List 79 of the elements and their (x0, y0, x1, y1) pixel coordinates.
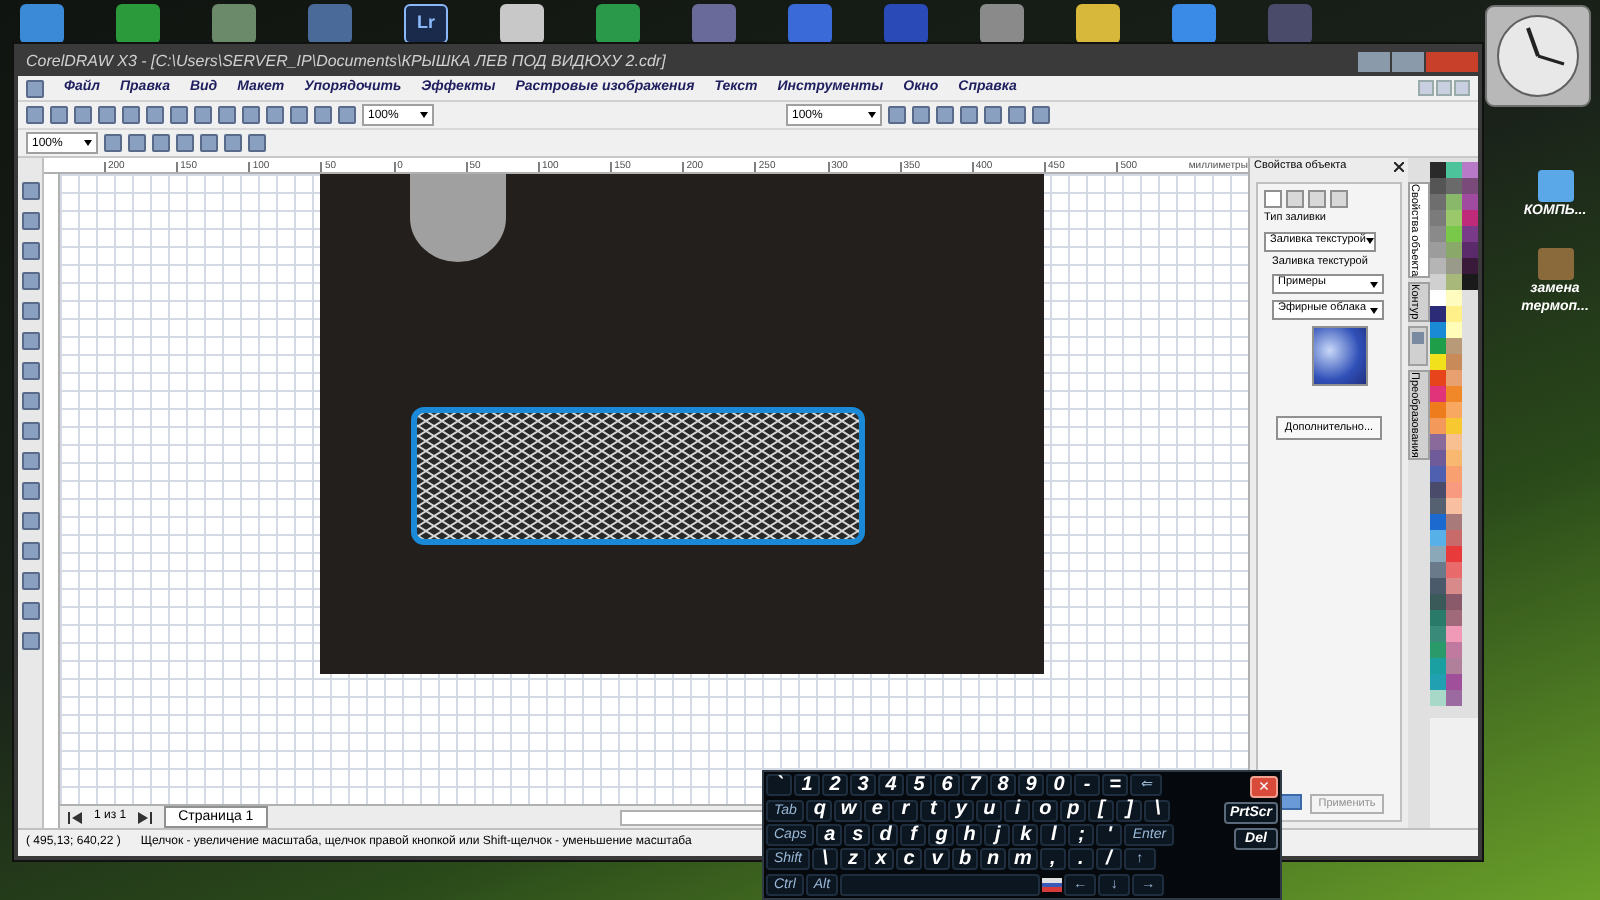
keyboard-key[interactable]: m (1008, 848, 1038, 871)
keyboard-key[interactable]: h (956, 824, 983, 847)
keyboard-key[interactable]: 3 (850, 774, 876, 797)
caret-icon (868, 112, 876, 118)
tab-icon (1412, 332, 1424, 345)
keyboard-key[interactable]: = (1102, 774, 1128, 797)
keyboard-key[interactable]: y (948, 799, 975, 822)
app-icon[interactable] (500, 4, 544, 44)
document-icon[interactable] (26, 79, 44, 97)
close-button[interactable]: × (1250, 775, 1278, 797)
keyboard-key[interactable]: q (806, 799, 833, 822)
keyboard-key[interactable]: x (868, 848, 895, 871)
keyboard-key[interactable]: , (1039, 848, 1066, 871)
keyboard-key[interactable]: n (980, 848, 1007, 871)
app-icon[interactable] (20, 4, 64, 44)
keyboard-key[interactable]: i (1004, 799, 1031, 822)
clock-icon (1484, 4, 1592, 108)
app-icon[interactable] (596, 4, 640, 44)
app-icon[interactable] (1172, 4, 1216, 44)
keyboard-key[interactable]: s (844, 824, 871, 847)
restore-icon[interactable] (1436, 80, 1452, 96)
app-icon[interactable]: Lr (404, 4, 448, 44)
texture-preview[interactable] (1312, 326, 1368, 386)
keyboard-key[interactable]: 1 (794, 774, 820, 797)
color-palette-drawing[interactable] (1430, 158, 1478, 718)
app-icon[interactable] (1076, 4, 1120, 44)
flag-icon[interactable] (1042, 877, 1063, 892)
keyboard-key[interactable]: b (952, 848, 979, 871)
keyboard-key[interactable]: l (1040, 824, 1067, 847)
app-icon[interactable] (212, 4, 256, 44)
keyboard-key[interactable]: k (1012, 824, 1039, 847)
keyboard-key[interactable]: [ (1088, 799, 1115, 822)
keyboard-key[interactable]: g (928, 824, 955, 847)
keyboard-key[interactable]: / (1095, 848, 1122, 871)
keyboard-key[interactable]: 4 (878, 774, 904, 797)
keyboard-key[interactable]: 6 (934, 774, 960, 797)
keyboard-key[interactable]: t (920, 799, 947, 822)
keyboard-key[interactable]: . (1067, 848, 1094, 871)
keyboard-key[interactable]: e (864, 799, 891, 822)
app-icon[interactable] (116, 4, 160, 44)
keyboard-key[interactable]: 2 (822, 774, 848, 797)
caret-icon (1365, 238, 1374, 244)
docker-tab[interactable] (1408, 326, 1428, 367)
keyboard-key[interactable]: ' (1096, 824, 1123, 847)
keyboard-key[interactable]: \ (1144, 799, 1171, 822)
keyboard-key[interactable]: \ (812, 848, 839, 871)
keyboard-key[interactable]: 7 (962, 774, 988, 797)
close-icon[interactable] (1394, 162, 1404, 172)
keyboard-key[interactable]: d (872, 824, 899, 847)
app-icon[interactable] (980, 4, 1024, 44)
keyboard-key[interactable]: 9 (1018, 774, 1044, 797)
keyboard-key[interactable]: v (924, 848, 951, 871)
window-title: CorelDRAW X3 - [C:\Users\SERVER_IP\Documents\КРЫШКА ЛЕВ ПОД ВИДЮХУ 2.cdr] (24, 50, 666, 74)
caret-icon (84, 140, 92, 146)
keyboard-key[interactable]: z (840, 848, 867, 871)
keyboard-key[interactable]: p (1060, 799, 1087, 822)
keyboard-key[interactable]: ] (1116, 799, 1143, 822)
caret-icon (1370, 307, 1378, 313)
last-page-icon[interactable] (138, 811, 153, 823)
keyboard-key[interactable]: ` (766, 774, 792, 797)
keyboard-key[interactable]: j (984, 824, 1011, 847)
keyboard-key[interactable]: c (896, 848, 923, 871)
keyboard-key[interactable]: ; (1068, 824, 1095, 847)
shortcut-icon[interactable] (1537, 248, 1573, 280)
minimize-icon[interactable] (1418, 80, 1434, 96)
keyboard-key[interactable]: 0 (1046, 774, 1072, 797)
keyboard-key[interactable]: 8 (990, 774, 1016, 797)
keyboard-key[interactable]: 5 (906, 774, 932, 797)
first-page-icon[interactable] (68, 811, 82, 823)
keyboard-key[interactable]: f (900, 824, 927, 847)
caret-icon (420, 112, 428, 118)
keyboard-key[interactable]: u (976, 799, 1003, 822)
keyboard-key[interactable]: w (834, 799, 863, 822)
keyboard-key[interactable]: - (1074, 774, 1100, 797)
keyboard-key[interactable]: r (892, 799, 919, 822)
keyboard-key[interactable]: o (1032, 799, 1059, 822)
caret-icon (1370, 281, 1378, 287)
keyboard-key[interactable]: a (816, 824, 843, 847)
shortcut-icon[interactable] (1537, 170, 1573, 202)
